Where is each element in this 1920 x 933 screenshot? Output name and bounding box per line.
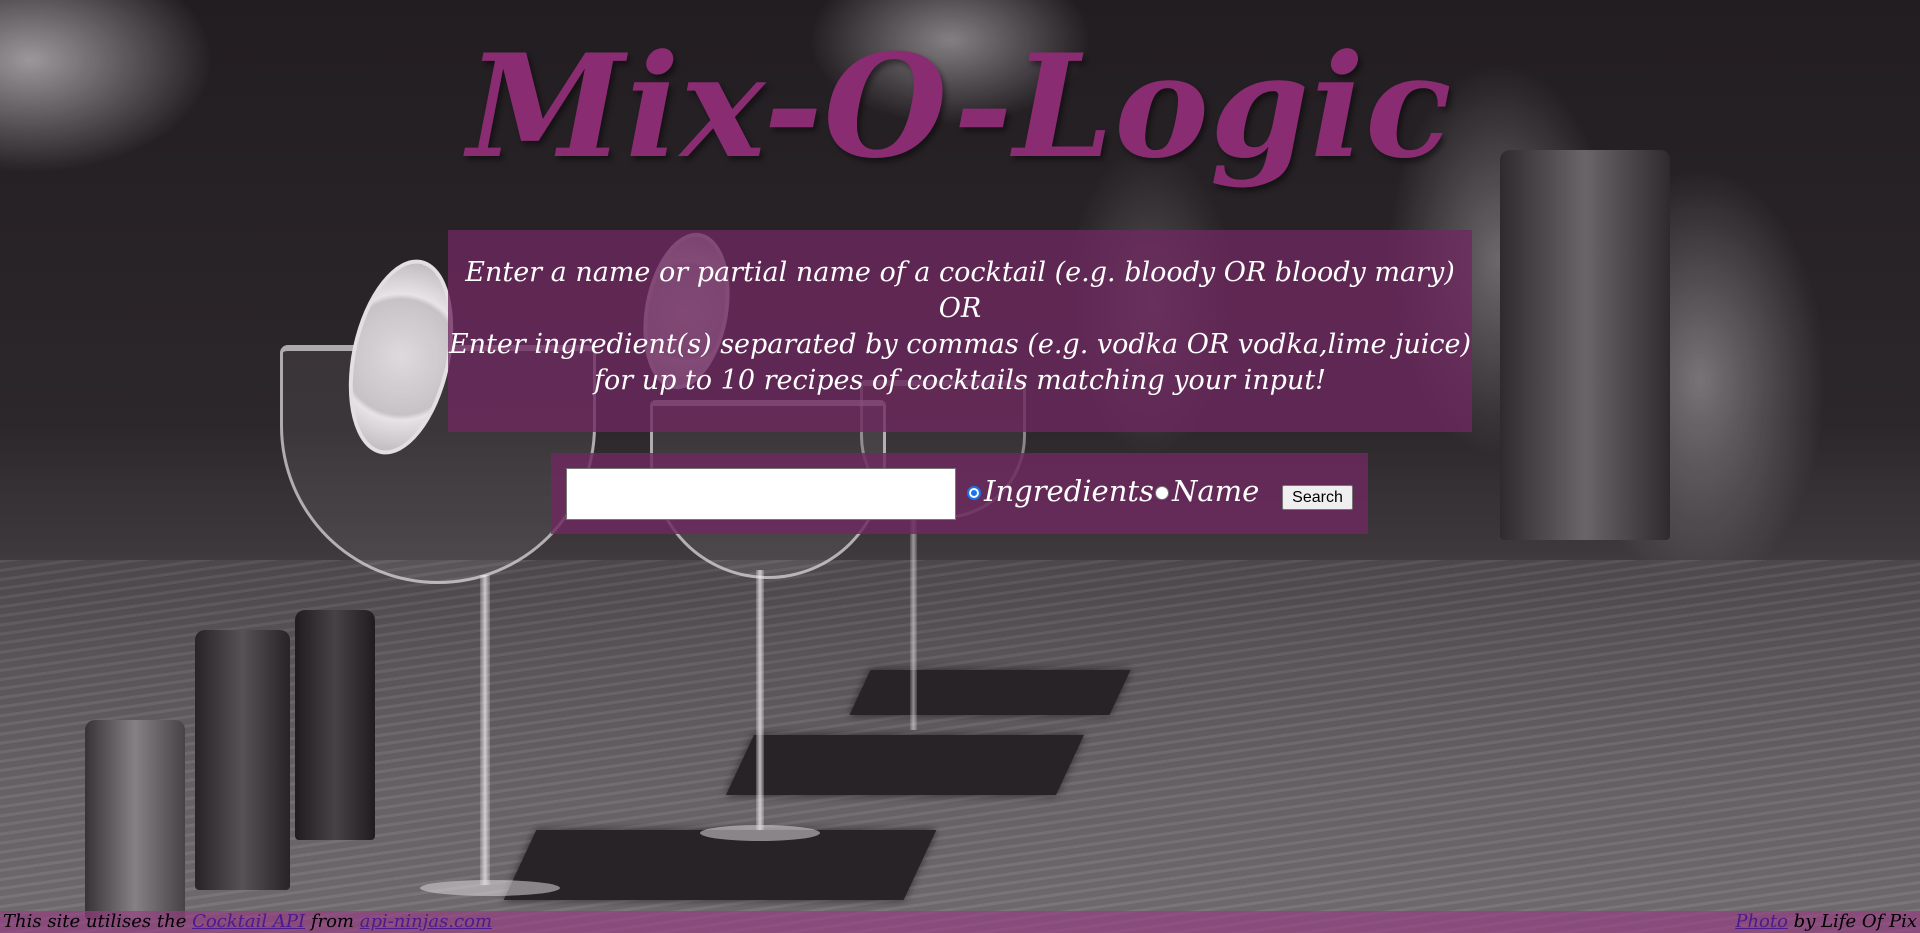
photo-link[interactable]: Photo [1735, 911, 1788, 932]
search-form: Ingredients Name Search [551, 453, 1368, 534]
footer: This site utilises the Cocktail API from… [0, 911, 1920, 933]
radio-checked-icon[interactable] [967, 486, 981, 500]
instructions-line-limit: for up to 10 recipes of cocktails matchi… [593, 365, 1327, 396]
api-ninjas-link[interactable]: api-ninjas.com [360, 911, 492, 932]
cocktail-api-link[interactable]: Cocktail API [192, 911, 305, 932]
footer-photo-credit: Photo by Life Of Pix [1735, 911, 1917, 933]
instructions-line-name: Enter a name or partial name of a cockta… [465, 257, 1455, 288]
radio-option-ingredients[interactable]: Ingredients [967, 471, 1154, 511]
radio-label-ingredients: Ingredients [984, 474, 1154, 508]
radio-option-name[interactable]: Name [1155, 471, 1259, 511]
photo-credit-text: by Life Of Pix [1787, 911, 1917, 932]
footer-attribution: This site utilises the Cocktail API from… [3, 911, 492, 933]
search-input[interactable] [566, 468, 956, 520]
instructions-line-or: OR [938, 293, 982, 324]
instructions-panel: Enter a name or partial name of a cockta… [448, 230, 1472, 432]
footer-prefix-text: This site utilises the [3, 911, 193, 932]
search-button[interactable]: Search [1282, 485, 1353, 510]
page-title: Mix-O-Logic [467, 24, 1453, 190]
radio-unchecked-icon[interactable] [1155, 486, 1169, 500]
footer-from-text: from [305, 911, 360, 932]
instructions-line-ingredients: Enter ingredient(s) separated by commas … [448, 329, 1472, 360]
radio-label-name: Name [1172, 474, 1260, 508]
